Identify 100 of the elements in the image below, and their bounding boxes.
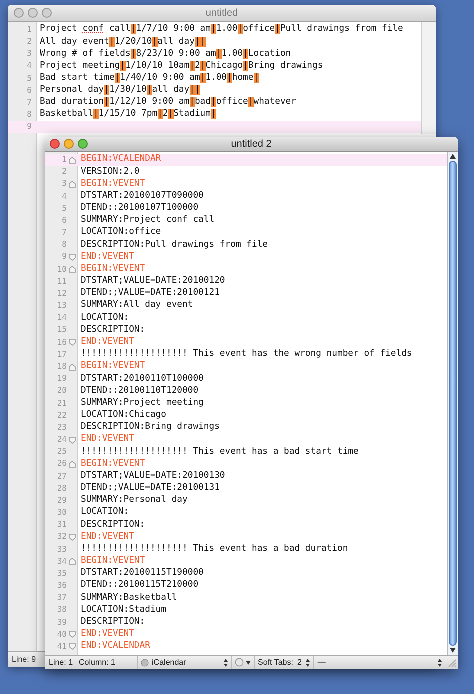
- line-number: 1: [61, 154, 67, 166]
- code-line: LOCATION:Stadium: [81, 604, 166, 617]
- code-line: END:VEVENT: [81, 250, 134, 264]
- line-number: 23: [56, 422, 67, 434]
- symbol-popup[interactable]: —: [312, 656, 446, 669]
- line-number: 8: [61, 239, 67, 252]
- code-line: SUMMARY:Personal day: [81, 494, 188, 507]
- line-number: 36: [56, 580, 67, 592]
- line-number: 16: [56, 336, 67, 349]
- line-number: 3: [61, 178, 67, 190]
- code-line: Project conf call|1/7/10 9:00 am|1.00|office|Pull drawings from file: [40, 23, 404, 36]
- line-number: 18: [56, 361, 67, 373]
- scroll-thumb[interactable]: [449, 161, 457, 646]
- code-line: DESCRIPTION:: [81, 324, 146, 337]
- code-line: LOCATION:: [81, 312, 130, 325]
- code-line: DESCRIPTION:: [81, 616, 146, 629]
- line-number: 40: [56, 628, 67, 641]
- code-line: !!!!!!!!!!!!!!!!!!!! This event has a bad duration: [81, 542, 348, 556]
- line-number: 6: [26, 84, 32, 97]
- minimize-button[interactable]: [64, 139, 74, 149]
- code-line: BEGIN:VEVENT: [81, 262, 146, 276]
- language-popup[interactable]: iCalendar: [137, 656, 232, 669]
- code-line: SUMMARY:Project meeting: [81, 396, 204, 410]
- code-line: DESCRIPTION:: [81, 518, 146, 532]
- line-number: 2: [61, 166, 67, 178]
- line-number: 14: [56, 312, 67, 324]
- updown-icon: [224, 658, 228, 666]
- code-line: BEGIN:VEVENT: [81, 555, 146, 568]
- line-number: 33: [56, 544, 67, 556]
- zoom-button[interactable]: [42, 8, 52, 18]
- code-line: END:VEVENT: [81, 433, 134, 446]
- scrollbar[interactable]: [421, 22, 436, 134]
- code-line: END:VCALENDAR: [81, 640, 150, 654]
- line-number: 29: [56, 494, 67, 507]
- line-number: 24: [56, 434, 67, 446]
- code-line: Wrong # of fields|8/23/10 9:00 am|1.00|Location: [40, 48, 292, 61]
- line-number: 26: [56, 458, 67, 470]
- code-line: All day event|1/20/10|all day||: [40, 36, 206, 49]
- resize-grip-icon[interactable]: [448, 658, 456, 666]
- code-line: DTSTART:20100107T090000: [81, 190, 204, 203]
- line-number: 2: [26, 36, 32, 48]
- fold-icon[interactable]: [69, 534, 76, 541]
- line-number: 38: [56, 604, 67, 616]
- line-number: 31: [56, 519, 67, 532]
- code-line: DTEND::20100115T210000: [81, 579, 199, 592]
- scrollbar[interactable]: [447, 152, 458, 655]
- line-number: 15: [56, 324, 67, 336]
- updown-icon: [306, 658, 310, 666]
- minimize-button[interactable]: [28, 8, 38, 18]
- line-number: 27: [56, 470, 67, 483]
- line-number: 6: [61, 214, 67, 227]
- line-number: 37: [56, 592, 67, 604]
- line-indicator: Line: 1: [49, 656, 74, 668]
- code-line: DESCRIPTION:Bring drawings: [81, 421, 220, 434]
- line-number: 9: [61, 251, 67, 264]
- line-number: 28: [56, 482, 67, 495]
- code-line: BEGIN:VEVENT: [81, 178, 146, 191]
- fold-icon[interactable]: [69, 436, 76, 444]
- code-line: !!!!!!!!!!!!!!!!!!!! This event has the wrong number of fields: [81, 348, 412, 361]
- line-number: 7: [61, 227, 67, 240]
- code-line: DTEND::20100107T100000: [81, 202, 199, 215]
- line-number: 9: [26, 121, 32, 134]
- code-line: Project meeting|1/10/10 10am|2|Chicago|Bring drawings: [40, 60, 324, 73]
- scroll-up-icon[interactable]: [450, 154, 456, 159]
- code-line: DTEND:;VALUE=DATE:20100131: [81, 482, 220, 495]
- line-indicator: Line: 9: [12, 654, 36, 666]
- line-number: 8: [26, 109, 32, 122]
- code-line: Bad start time|1/40/10 9:00 am|1.00|home|: [40, 72, 260, 85]
- line-number: 4: [26, 60, 32, 72]
- code-line: DTSTART;VALUE=DATE:20100120: [81, 275, 226, 288]
- scroll-down-icon[interactable]: [450, 648, 456, 653]
- code-line: BEGIN:VEVENT: [81, 458, 146, 471]
- code-line: BEGIN:VCALENDAR: [81, 153, 162, 166]
- code-line: LOCATION:Chicago: [81, 409, 166, 422]
- fold-icon[interactable]: [69, 156, 76, 164]
- line-number: 34: [56, 556, 67, 568]
- window-title: untitled 2: [231, 138, 272, 152]
- code-line: LOCATION:: [81, 506, 130, 520]
- zoom-button[interactable]: [78, 139, 88, 149]
- line-number: 22: [56, 410, 67, 422]
- line-number: 4: [61, 190, 67, 203]
- soft-tabs-popup[interactable]: Soft Tabs: 2: [254, 656, 313, 669]
- code-line: END:VEVENT: [81, 530, 134, 544]
- code-line: LOCATION:office: [81, 226, 162, 240]
- code-line: !!!!!!!!!!!!!!!!!!!! This event has a bad start time: [81, 446, 359, 459]
- close-button[interactable]: [50, 139, 60, 149]
- line-number: 10: [56, 264, 67, 276]
- code-line: DTSTART:20100110T100000: [81, 372, 204, 386]
- line-number: 39: [56, 616, 67, 629]
- line-number: 41: [56, 640, 67, 653]
- close-button[interactable]: [14, 8, 24, 18]
- line-number: 5: [26, 72, 32, 85]
- code-line: SUMMARY:Basketball: [81, 592, 178, 605]
- window-title: untitled: [206, 6, 238, 20]
- line-number: 11: [56, 276, 67, 288]
- updown-icon: [438, 658, 442, 666]
- line-number: 25: [56, 446, 67, 458]
- code-line: END:VEVENT: [81, 336, 134, 349]
- line-number: 1: [26, 24, 32, 36]
- line-number: 20: [56, 385, 67, 398]
